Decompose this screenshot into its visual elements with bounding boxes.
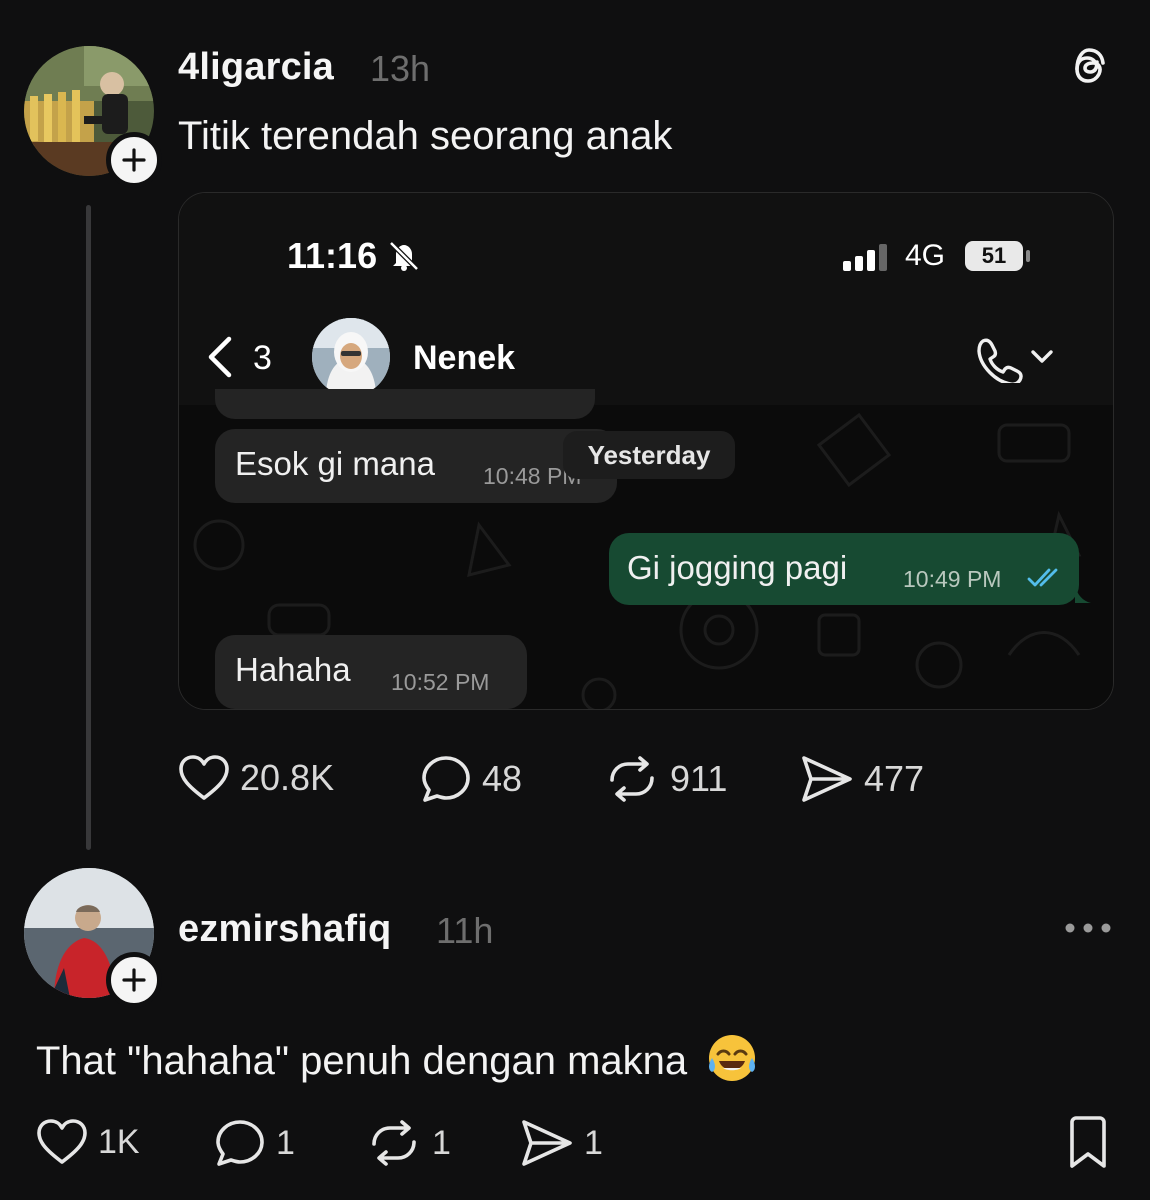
comment-icon [422, 756, 470, 802]
like-button[interactable]: 20.8K [178, 754, 334, 802]
heart-icon [179, 755, 229, 800]
message-incoming-1[interactable]: Esok gi mana 10:48 PM [215, 429, 617, 503]
comment-icon [216, 1120, 264, 1166]
battery-icon: 51 [965, 241, 1023, 271]
repost-button[interactable]: 911 [604, 754, 727, 804]
reply-repost-count: 1 [432, 1123, 451, 1162]
message-text: Esok gi mana [235, 445, 435, 482]
comment-count: 48 [482, 758, 523, 799]
share-icon [802, 756, 852, 802]
bookmark-icon[interactable] [1066, 1116, 1110, 1170]
repost-icon [372, 1120, 416, 1166]
phone-icon[interactable] [975, 337, 1025, 383]
contact-avatar[interactable] [312, 318, 390, 396]
contact-name[interactable]: Nenek [413, 339, 515, 378]
comment-button[interactable]: 48 [420, 754, 522, 804]
repost-count: 911 [670, 758, 728, 799]
network-label: 4G [905, 239, 946, 272]
partial-message-bubble [215, 389, 595, 419]
reply-time: 11h [436, 910, 494, 951]
reply-text: That "hahaha" penuh dengan makna [36, 1032, 758, 1084]
heart-icon [37, 1119, 87, 1164]
battery-tip [1026, 250, 1030, 262]
like-count: 20.8K [240, 757, 335, 798]
back-unread-count[interactable]: 3 [253, 339, 272, 378]
post-username[interactable]: 4ligarcia [178, 46, 334, 89]
plus-icon [122, 148, 146, 172]
back-chevron-icon[interactable] [205, 335, 235, 379]
more-icon[interactable] [1064, 920, 1112, 936]
thread-line [86, 205, 91, 850]
reply-comment-button[interactable]: 1 [214, 1118, 295, 1168]
tears-of-joy-emoji-icon [709, 1035, 756, 1081]
follow-plus-button[interactable] [106, 952, 162, 1008]
reply-text-body: That "hahaha" penuh dengan makna [36, 1039, 688, 1083]
message-text: Hahaha [235, 651, 351, 688]
message-time: 10:49 PM [903, 566, 1002, 592]
message-time: 10:52 PM [391, 669, 490, 695]
message-text: Gi jogging pagi [627, 549, 848, 586]
date-separator: Yesterday [563, 431, 735, 479]
reply-like-button[interactable]: 1K [36, 1118, 140, 1166]
reply-share-count: 1 [584, 1123, 603, 1162]
message-outgoing-1[interactable]: Gi jogging pagi 10:49 PM [609, 533, 1079, 605]
bubble-tail [1075, 585, 1091, 603]
reply-repost-button[interactable]: 1 [366, 1118, 451, 1168]
bell-slash-icon [389, 241, 419, 271]
plus-icon [122, 968, 146, 992]
repost-icon [610, 756, 654, 802]
signal-icon [843, 244, 887, 271]
follow-plus-button[interactable] [106, 132, 162, 188]
message-incoming-2[interactable]: Hahaha 10:52 PM [215, 635, 527, 709]
read-ticks-icon [1027, 568, 1058, 587]
post-text: Titik terendah seorang anak [178, 114, 673, 158]
reply-like-count: 1K [98, 1122, 140, 1161]
post-time: 13h [370, 48, 431, 89]
share-count: 477 [864, 758, 925, 799]
threads-logo-icon[interactable] [1063, 44, 1113, 94]
reply-comment-count: 1 [276, 1123, 295, 1162]
reply-share-button[interactable]: 1 [520, 1118, 603, 1168]
status-bar-time: 11:16 [287, 235, 378, 276]
share-icon [522, 1120, 572, 1166]
share-button[interactable]: 477 [800, 754, 924, 804]
chevron-down-icon[interactable] [1029, 347, 1055, 367]
embedded-chat-screenshot[interactable]: 11:16 4G 51 3 Nenek Esok gi mana 10:48 P… [178, 192, 1114, 710]
reply-username[interactable]: ezmirshafiq [178, 908, 391, 951]
